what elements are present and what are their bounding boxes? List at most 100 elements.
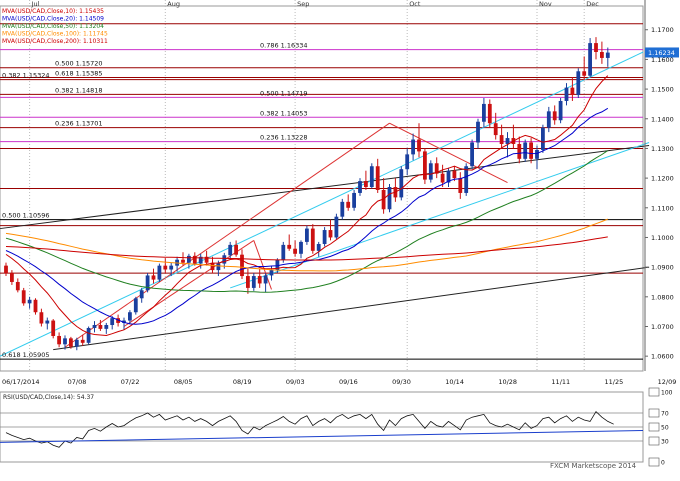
ma-legend-entry: MVA(USD/CAD,Close,10): 1.15435 xyxy=(2,8,104,15)
candle-body xyxy=(328,230,333,238)
candle-body xyxy=(163,265,168,270)
level-label: 0.382 1.14053 xyxy=(260,109,308,117)
candle-body xyxy=(517,143,522,159)
candle-body xyxy=(257,276,262,284)
candle-body xyxy=(92,325,97,328)
month-label: Aug xyxy=(167,0,180,8)
candle-body xyxy=(246,276,250,288)
rsi-axis-label: 30 xyxy=(661,439,669,446)
chart-root: Jul Aug Sep Oct Nov Dec 0.786 1.16334 0.500 1.1… xyxy=(0,0,680,477)
candle-body xyxy=(546,111,551,128)
candle-body xyxy=(352,192,356,208)
candle-body xyxy=(523,142,528,159)
candle-body xyxy=(98,325,103,329)
candle-body xyxy=(151,275,156,280)
candle-body xyxy=(80,339,85,343)
level-label: 0.786 1.16334 xyxy=(260,42,308,50)
price-axis-label: 1.1500 xyxy=(651,86,674,94)
price-axis-label: 1.1300 xyxy=(651,145,674,153)
level-label: 0.618 1.15385 xyxy=(55,70,103,78)
price-axis-label: 1.0800 xyxy=(651,293,674,301)
date-axis-label: 11/25 xyxy=(605,378,624,386)
price-axis-label: 1.0700 xyxy=(651,323,674,331)
candle-body xyxy=(458,178,463,193)
price-axis-label: 1.0900 xyxy=(651,264,674,272)
level-label: 0.382 1.15324 xyxy=(2,72,50,80)
candle-body xyxy=(387,187,392,210)
candle-body xyxy=(600,51,604,58)
price-axis-label: 1.1200 xyxy=(651,175,674,183)
candle-body xyxy=(234,244,238,255)
candle-body xyxy=(493,123,498,136)
candle-body xyxy=(51,320,56,336)
candle-body xyxy=(57,335,61,345)
level-label: 0.618 1.05905 xyxy=(2,351,50,359)
candle-body xyxy=(63,338,67,345)
price-axis-label: 1.0600 xyxy=(651,353,674,361)
candle-body xyxy=(423,151,427,180)
level-label: 0.500 1.10596 xyxy=(2,212,50,220)
candle-body xyxy=(316,243,321,251)
candle-body xyxy=(192,255,197,264)
candle-body xyxy=(187,255,191,263)
month-label: Jul xyxy=(31,0,40,8)
date-axis-label: 12/09 xyxy=(658,378,677,386)
candle-body xyxy=(251,276,256,288)
ma-legend-entry: MVA(USD/CAD,Close,200): 1.10311 xyxy=(2,38,108,45)
candle-body xyxy=(605,52,610,58)
date-axis-label: 11/11 xyxy=(551,378,570,386)
candle-body xyxy=(128,312,132,321)
candle-body xyxy=(33,299,38,313)
candle-body xyxy=(369,166,374,188)
candle-body xyxy=(305,228,309,242)
candle-body xyxy=(570,87,575,96)
candle-body xyxy=(440,173,445,183)
level-label: 0.500 1.14719 xyxy=(260,89,308,97)
candle-body xyxy=(269,270,274,276)
candle-body xyxy=(263,275,268,284)
candle-body xyxy=(10,273,14,282)
candle-body xyxy=(15,281,20,291)
candle-body xyxy=(322,230,327,244)
candle-body xyxy=(27,299,32,304)
candle-body xyxy=(405,154,410,170)
rsi-axis-label: 50 xyxy=(661,425,669,432)
rsi-axis-label: 70 xyxy=(661,411,669,418)
date-axis-label: 10/14 xyxy=(445,378,464,386)
rsi-label: RSI(USD/CAD,Close,14): 54.37 xyxy=(3,394,94,401)
ma-legend-entry: MVA(USD/CAD,Close,100): 1.11745 xyxy=(2,31,108,38)
price-axis-label: 1.1400 xyxy=(651,115,674,123)
month-label: Sep xyxy=(297,0,309,8)
candle-body xyxy=(364,181,368,188)
watermark: FXCM Marketscope 2014 xyxy=(550,462,637,470)
candle-body xyxy=(399,169,404,198)
candle-body xyxy=(411,139,415,155)
date-axis-label: 06/17/2014 xyxy=(2,378,39,386)
candle-body xyxy=(4,265,8,274)
candle-body xyxy=(281,244,286,260)
candle-body xyxy=(133,298,138,313)
candle-body xyxy=(74,339,79,347)
candle-body xyxy=(21,290,26,304)
price-axis-label: 1.1100 xyxy=(651,204,674,212)
candle-body xyxy=(594,43,598,52)
candle-body xyxy=(228,244,233,256)
candle-body xyxy=(588,43,592,76)
level-label: 0.236 1.13228 xyxy=(260,134,308,142)
candle-body xyxy=(310,228,315,251)
last-price-label: 1.16234 xyxy=(648,49,675,57)
candle-body xyxy=(499,135,504,144)
candle-body xyxy=(428,163,433,180)
candle-body xyxy=(169,265,174,270)
date-axis-label: 09/03 xyxy=(286,378,305,386)
candle-body xyxy=(482,103,486,122)
candle-body xyxy=(487,103,492,124)
date-axis-label: 07/08 xyxy=(68,378,87,386)
candle-body xyxy=(181,259,185,263)
level-label: 0.500 1.15720 xyxy=(55,60,103,68)
month-label: Oct xyxy=(409,0,421,8)
date-axis-label: 10/28 xyxy=(498,378,517,386)
candle-body xyxy=(582,71,587,76)
price-axis-label: 1.1000 xyxy=(651,234,674,242)
candle-body xyxy=(104,325,109,329)
